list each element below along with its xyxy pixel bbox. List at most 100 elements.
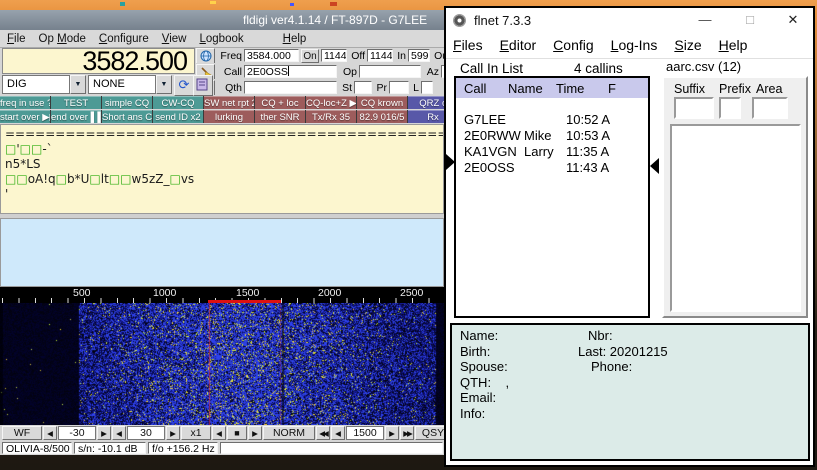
macro-button[interactable]: send ID x2 (153, 110, 203, 123)
frequency-display[interactable]: 3582.500 (2, 48, 195, 74)
menu-size[interactable]: Size (674, 37, 701, 53)
left-arrow-icon[interactable]: ◀ (212, 426, 226, 440)
call-in-list[interactable]: Call Name Time F G7LEE10:52 A 2E0RWWMike… (454, 76, 650, 318)
macro-button[interactable]: ther SNR (255, 110, 305, 123)
area-input[interactable] (752, 97, 788, 119)
wf-lower-limit[interactable]: -30 (58, 426, 96, 440)
macro-button[interactable]: Rx (408, 110, 446, 123)
database-list[interactable] (670, 124, 801, 312)
list-item[interactable]: 2E0OSS11:43 A (464, 159, 648, 175)
call-field[interactable]: 2E0OSS (244, 65, 337, 78)
menu-view[interactable]: View (162, 33, 187, 45)
menu-op-mode[interactable]: Op Mode (39, 33, 86, 45)
right-arrow-icon[interactable]: ▶ (385, 426, 399, 440)
chevron-down-icon[interactable]: ▼ (70, 75, 86, 94)
right-arrow-icon[interactable]: ▶ (97, 426, 111, 440)
left-arrow-icon[interactable]: ◀ (43, 426, 57, 440)
macro-button[interactable]: end over ▌▌ (51, 110, 101, 123)
list-item[interactable]: KA1VGNLarry11:35 A (464, 143, 648, 159)
macro-button[interactable]: CQ-loc+Z ▶▌ (306, 96, 356, 109)
selection-pointer-right-icon (446, 154, 455, 170)
list-item[interactable]: G7LEE10:52 A (464, 111, 648, 127)
macro-button[interactable]: TEST (51, 96, 101, 109)
macro-button[interactable]: 82.9 016/5 (357, 110, 407, 123)
mode-selector[interactable]: DIG ▼ (2, 75, 86, 94)
status-mode[interactable]: OLIVIA-8/500 (2, 442, 72, 454)
menu-help[interactable]: Help (283, 33, 307, 45)
in-label: In (395, 50, 406, 62)
menu-file[interactable]: File (7, 33, 26, 45)
status-freq-offset: f/o +156.2 Hz (148, 442, 218, 454)
left-arrow-icon[interactable]: ◀ (331, 426, 345, 440)
macro-button[interactable]: CW-CQ (153, 96, 203, 109)
dialog-icon[interactable] (193, 75, 213, 96)
waterfall-display[interactable] (0, 303, 444, 425)
tx-text-pane[interactable] (0, 218, 444, 287)
double-right-arrow-icon[interactable]: ▶▶ (400, 426, 414, 440)
cursor-frequency[interactable]: 1500 (346, 426, 384, 440)
loc-field[interactable] (421, 81, 433, 94)
on-field[interactable]: 1144 (321, 49, 347, 62)
freq-field[interactable]: 3584.000 (244, 49, 299, 62)
macro-button[interactable]: Tx/Rx 35 (306, 110, 356, 123)
database-label: aarc.csv (12) (666, 59, 741, 74)
qth-field[interactable] (244, 81, 337, 94)
database-panel: Suffix Prefix Area (662, 76, 808, 318)
macro-button[interactable]: Short ans CAl (102, 110, 152, 123)
minimize-button[interactable]: — (688, 8, 722, 32)
macro-button[interactable]: CQ + loc (255, 96, 305, 109)
wf-toggle-button[interactable]: WF (2, 426, 42, 440)
rx-text-pane[interactable]: ========================================… (0, 124, 444, 214)
header-flag: F (608, 81, 620, 96)
macro-button[interactable]: SW net rpt 2n (204, 96, 254, 109)
station-info-panel: Name:Nbr: Birth:Last: 20201215 Spouse:Ph… (450, 323, 810, 461)
in-field[interactable]: 599 (408, 49, 430, 62)
macro-button[interactable]: lurking (204, 110, 254, 123)
globe-icon[interactable] (196, 48, 215, 63)
zoom-x1-button[interactable]: x1 (181, 426, 211, 440)
flnet-app-icon (453, 14, 466, 27)
prefix-input[interactable] (719, 97, 741, 119)
off-label: Off (349, 50, 365, 62)
macro-button[interactable]: simple CQ (102, 96, 152, 109)
phone-label: Phone: (578, 359, 632, 374)
menu-editor[interactable]: Editor (500, 37, 537, 53)
flnet-window: flnet 7.3.3 — □ ✕ Files Editor Config Lo… (444, 6, 815, 467)
right-arrow-icon[interactable]: ▶ (248, 426, 262, 440)
menu-config[interactable]: Config (553, 37, 593, 53)
right-arrow-icon[interactable]: ▶ (166, 426, 180, 440)
desktop-speck (120, 2, 125, 6)
list-item[interactable]: 2E0RWWMike10:53 A (464, 127, 648, 143)
macro-button[interactable]: start over ▶▶ (0, 110, 50, 123)
double-left-arrow-icon[interactable]: ◀◀ (316, 426, 330, 440)
op-field[interactable] (359, 65, 421, 78)
on-button[interactable]: On (301, 49, 319, 63)
fldigi-title-bar: fldigi ver4.1.14 / FT-897D - G7LEE (0, 10, 446, 30)
left-arrow-icon[interactable]: ◀ (112, 426, 126, 440)
maximize-button[interactable]: □ (733, 8, 767, 32)
macro-button[interactable]: freq in use ? (0, 96, 50, 109)
macro-button[interactable]: CQ krown (357, 96, 407, 109)
menu-log-ins[interactable]: Log-Ins (611, 37, 658, 53)
menu-files[interactable]: Files (453, 37, 483, 53)
wf-range[interactable]: 30 (127, 426, 165, 440)
pr-field[interactable] (389, 81, 409, 94)
qsy-button[interactable]: QSY (415, 426, 447, 440)
loc-label: L (411, 82, 419, 94)
macro-button[interactable]: QRZ c (408, 96, 446, 109)
chevron-down-icon[interactable]: ▼ (156, 75, 172, 94)
off-field[interactable]: 1144 (367, 49, 393, 62)
menu-help[interactable]: Help (719, 37, 748, 53)
birth-label: Birth: (460, 344, 578, 359)
refresh-icon[interactable]: ⟳ (174, 75, 194, 96)
last-logged-value: Last: 20201215 (578, 344, 668, 359)
st-field[interactable] (354, 81, 372, 94)
menu-configure[interactable]: Configure (99, 33, 149, 45)
secondary-selector[interactable]: NONE ▼ (88, 75, 172, 94)
norm-button[interactable]: NORM (263, 426, 315, 440)
call-in-list-header: Call Name Time F (456, 78, 648, 98)
close-button[interactable]: ✕ (776, 8, 810, 32)
menu-logbook[interactable]: Logbook (199, 33, 243, 45)
suffix-input[interactable] (674, 97, 714, 119)
stop-icon[interactable]: ■ (227, 426, 247, 440)
